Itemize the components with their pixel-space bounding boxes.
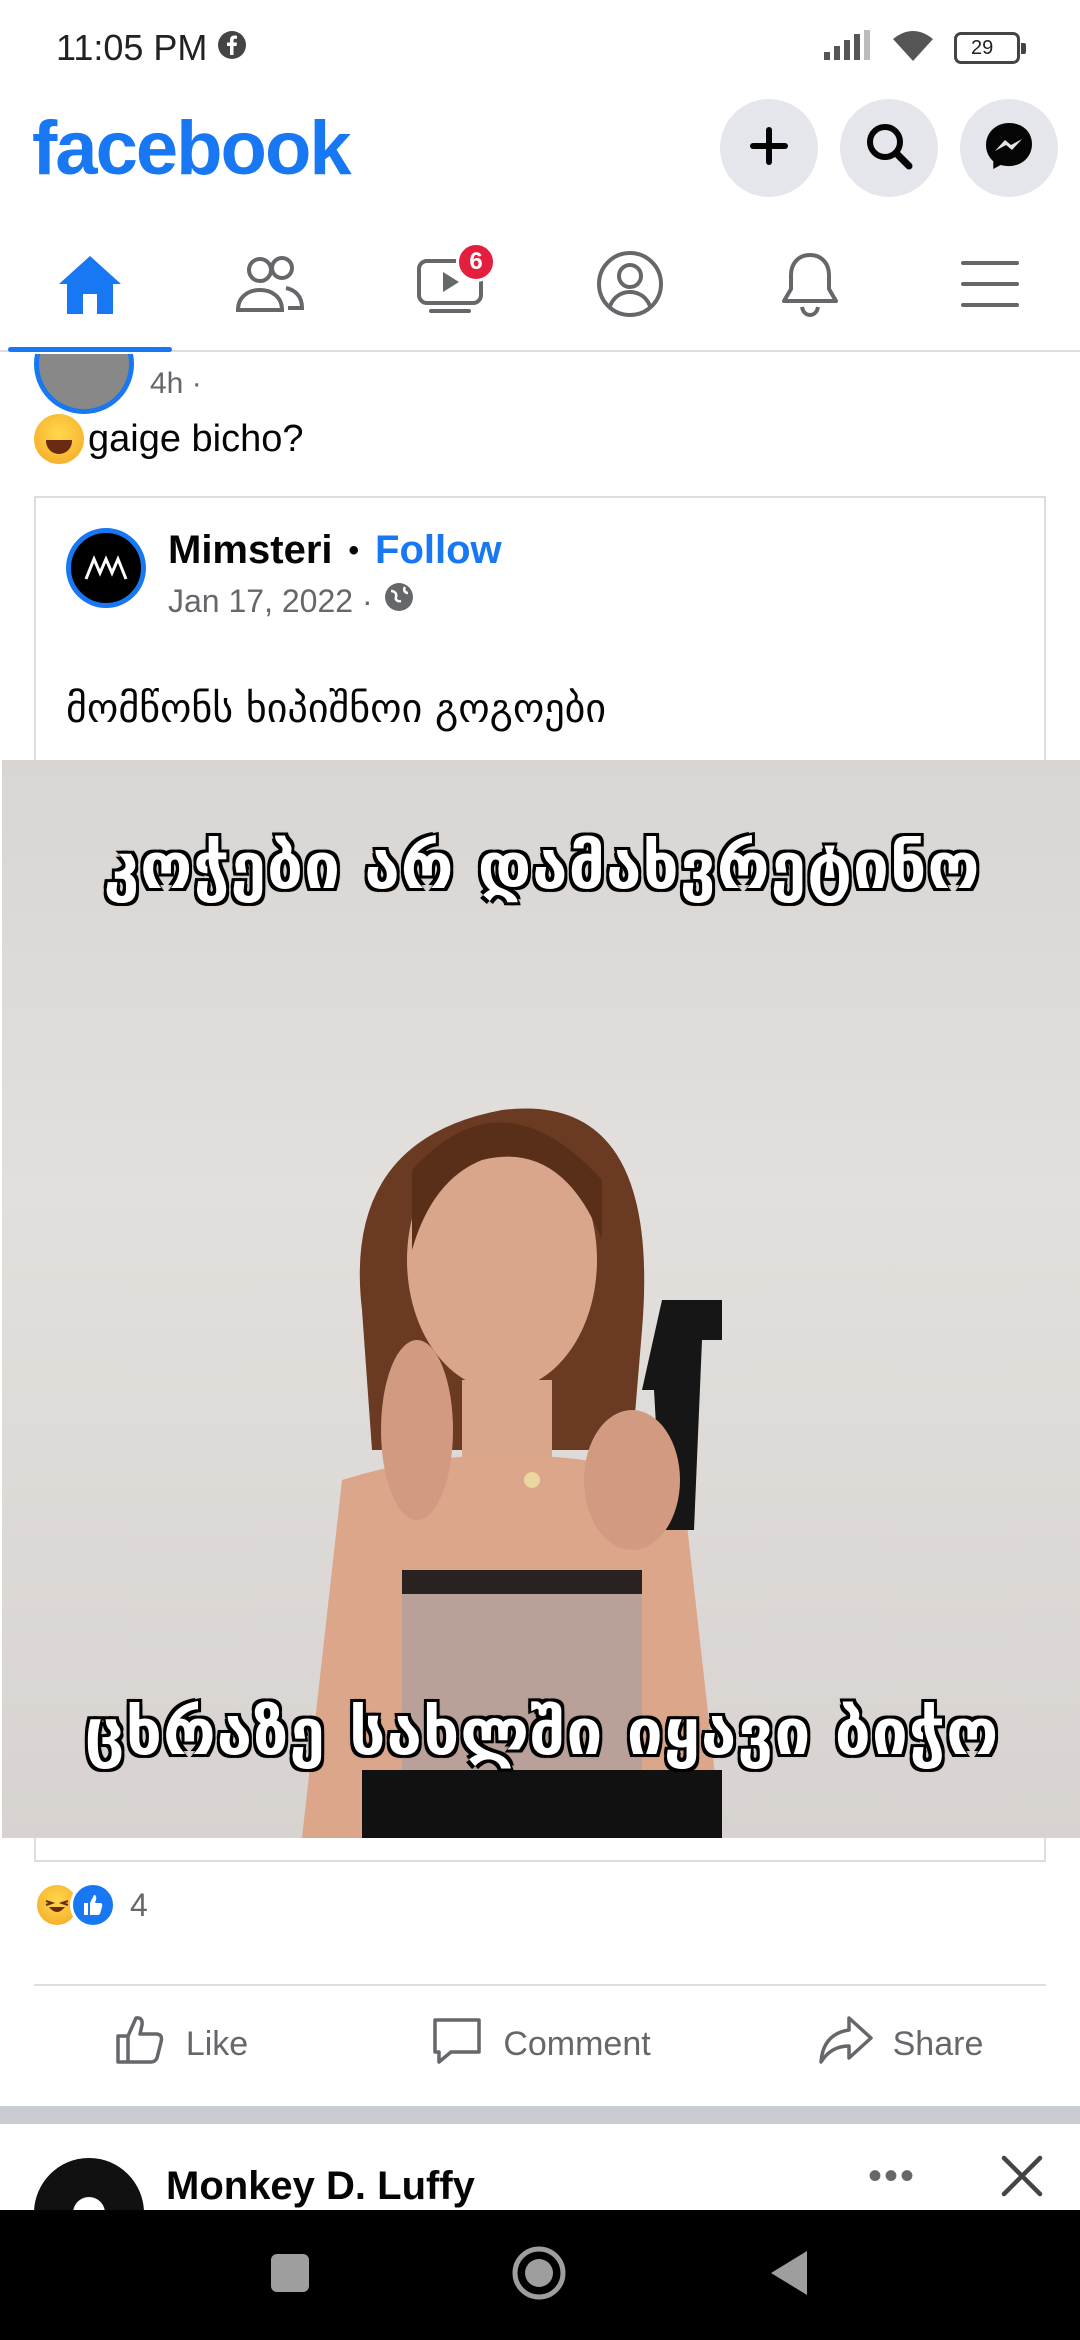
share-button[interactable]: Share [720, 1994, 1080, 2094]
main-tabs: 6 [0, 222, 1080, 352]
share-icon [817, 2012, 875, 2077]
page-avatar[interactable] [66, 528, 146, 608]
avatar[interactable] [34, 354, 134, 414]
app-header: facebook [0, 96, 1080, 200]
avatar[interactable] [34, 2158, 144, 2210]
tab-notifications[interactable] [720, 222, 900, 350]
like-button[interactable]: Like [0, 1994, 360, 2094]
plus-icon [744, 121, 794, 176]
status-bar: 11:05 PM 29 [0, 0, 1080, 96]
messenger-icon [982, 119, 1036, 178]
battery-icon: 29 [954, 32, 1026, 64]
reaction-count: 4 [130, 1886, 148, 1923]
page-name[interactable]: Mimsteri [168, 528, 333, 573]
header-actions [720, 99, 1058, 197]
post-header-partial: 4h · [34, 354, 202, 414]
tab-friends[interactable] [180, 222, 360, 350]
status-left: 11:05 PM [56, 27, 247, 69]
search-icon [863, 120, 915, 177]
back-button[interactable] [767, 2249, 811, 2302]
profile-icon [595, 249, 665, 324]
comment-label: Comment [503, 2024, 651, 2063]
meme-bottom-caption: ცხრაზე სახლში იყავი ბიჭო [84, 1696, 1000, 1770]
tab-profile[interactable] [540, 222, 720, 350]
meme-top-caption: კოჭები არ დამახვრეტინო [103, 830, 981, 904]
battery-level: 29 [971, 36, 994, 59]
shared-post-card[interactable]: Mimsteri • Follow Jan 17, 2022 · მომწონს… [2, 496, 1080, 1862]
meme-image[interactable]: კოჭები არ დამახვრეტინო ცხრაზე სახლში იყა… [2, 760, 1080, 1838]
next-post-author[interactable]: Monkey D. Luffy [166, 2164, 475, 2209]
create-button[interactable] [720, 99, 818, 197]
system-navigation-bar [0, 2210, 1080, 2340]
post-actions: Like Comment Share [0, 1994, 1080, 2094]
dot-separator: • [348, 533, 360, 567]
post-separator [0, 2106, 1080, 2124]
close-icon [1000, 2153, 1044, 2209]
facebook-notification-icon [217, 27, 247, 69]
shared-post-caption: მომწონს ხიპიშნოი გოგოები [66, 686, 607, 732]
post-text-content: gaige bicho? [88, 417, 304, 460]
facebook-logo[interactable]: facebook [32, 105, 352, 192]
reaction-summary[interactable]: 4 [34, 1882, 148, 1928]
hamburger-icon [959, 257, 1021, 316]
recents-button[interactable] [269, 2252, 311, 2299]
close-button[interactable] [1000, 2152, 1044, 2210]
share-label: Share [892, 2024, 984, 2063]
tab-home[interactable] [0, 222, 180, 352]
home-icon [55, 252, 125, 321]
thumbs-up-icon [112, 2012, 168, 2077]
shared-post-header: Mimsteri • Follow Jan 17, 2022 · [66, 528, 502, 621]
home-nav-button[interactable] [510, 2244, 568, 2307]
like-label: Like [185, 2024, 249, 2063]
shared-post-date-row: Jan 17, 2022 · [168, 581, 502, 621]
status-time: 11:05 PM [56, 27, 208, 68]
bell-icon [778, 249, 842, 324]
laughing-emoji-icon [34, 414, 84, 464]
like-reaction-icon [70, 1882, 116, 1928]
signal-icon [824, 29, 872, 67]
wifi-icon [890, 29, 936, 68]
post-text: gaige bicho? [34, 414, 304, 464]
more-options-button[interactable]: ••• [868, 2154, 916, 2199]
comment-icon [429, 2012, 485, 2077]
next-post-header: Monkey D. Luffy ••• [0, 2124, 1080, 2210]
shared-post-date[interactable]: Jan 17, 2022 · [168, 583, 373, 620]
status-right: 29 [824, 29, 1026, 68]
comment-button[interactable]: Comment [360, 1994, 720, 2094]
shared-post-meta: Mimsteri • Follow Jan 17, 2022 · [168, 528, 502, 621]
friends-icon [234, 254, 306, 319]
shared-name-row: Mimsteri • Follow [168, 528, 502, 573]
messenger-button[interactable] [960, 99, 1058, 197]
watch-badge: 6 [456, 242, 496, 282]
divider [34, 1984, 1046, 1986]
follow-button[interactable]: Follow [375, 528, 502, 573]
post-timestamp: 4h · [150, 367, 202, 400]
globe-icon [383, 581, 415, 621]
tab-watch[interactable]: 6 [360, 222, 540, 350]
tab-menu[interactable] [900, 222, 1080, 350]
search-button[interactable] [840, 99, 938, 197]
news-feed[interactable]: 4h · gaige bicho? Mimsteri • Follow Jan … [0, 354, 1080, 2210]
